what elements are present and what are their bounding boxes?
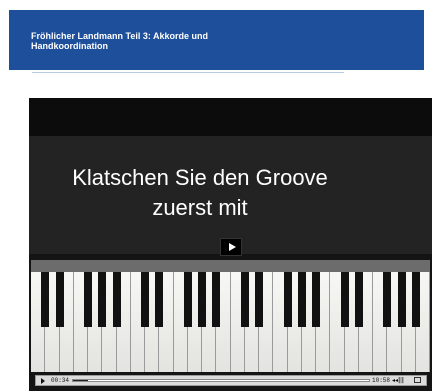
piano-black-key [55,272,64,327]
piano-black-key [383,272,392,327]
volume-icon[interactable]: ◂◂‖‖ [392,377,408,384]
piano-black-key [312,272,320,327]
video-caption-line1: Klatschen Sie den Groove [72,165,328,190]
seek-bar-progress [73,380,88,381]
piano-black-key [340,272,349,327]
piano-black-key [112,272,121,327]
lesson-header: Fröhlicher Landmann Teil 3: Akkorde und … [9,10,424,70]
piano-black-key [411,272,420,327]
piano-black-key [84,272,92,327]
piano-keyboard-image [31,260,430,372]
piano-black-key [183,272,192,327]
video-top-band [29,98,432,136]
piano-black-key [212,272,221,327]
piano-black-key [155,272,164,327]
play-icon [228,243,236,251]
control-play-icon[interactable] [41,378,45,384]
piano-black-key [198,272,206,327]
lesson-title-line1: Fröhlicher Landmann Teil 3: Akkorde und [31,31,209,41]
play-button[interactable] [220,238,242,256]
piano-rail [31,260,430,272]
piano-black-key [41,272,50,327]
total-time: 10:58 [372,377,391,384]
page: Fröhlicher Landmann Teil 3: Akkorde und … [0,0,432,391]
piano-black-key [283,272,292,327]
piano-black-key [354,272,363,327]
elapsed-time: 00:34 [51,377,70,384]
video-caption-line2: zuerst mit [152,195,248,220]
piano-black-key [397,272,406,327]
seek-bar[interactable] [72,379,370,382]
lesson-title-line2: Handkoordination [31,41,108,51]
piano-black-key [297,272,306,327]
piano-black-key [141,272,149,327]
video-controls: 00:34 10:58 ◂◂‖‖ [35,375,427,386]
piano-black-key [98,272,107,327]
header-divider [32,72,344,73]
piano-black-key [240,272,249,327]
piano-black-key [255,272,263,327]
lesson-title: Fröhlicher Landmann Teil 3: Akkorde und … [31,31,291,51]
fullscreen-icon[interactable] [414,377,421,383]
